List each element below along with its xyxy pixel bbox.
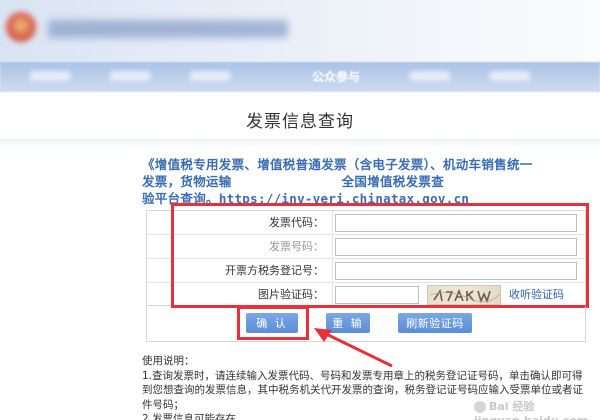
baidu-paw-icon (474, 401, 486, 413)
header-haze (300, 0, 600, 62)
page-title: 发票信息查询 (246, 112, 354, 132)
form-row-tax-id: 开票方税务登记号： (147, 259, 585, 283)
captcha-image[interactable] (427, 285, 501, 305)
notice-line-1: 《增值税专用发票、增值税普通发票（含电子发票）、机动车销售统一 (142, 157, 533, 172)
form-row-invoice-code: 发票代码： (147, 211, 585, 235)
invoice-code-label: 发票代码： (147, 211, 333, 234)
nav-item-blurred[interactable] (110, 71, 150, 81)
captcha-glyphs-icon (429, 288, 500, 304)
site-title-blurred (48, 20, 288, 38)
form-row-invoice-number: 发票号码： (147, 235, 585, 259)
instructions-heading: 使用说明： (142, 355, 195, 367)
invoice-number-label: 发票号码： (147, 235, 333, 258)
nav-item-blurred[interactable] (490, 71, 530, 81)
invoice-number-input[interactable] (335, 238, 577, 256)
site-header (0, 0, 600, 62)
notice-line-3-start: 验平台查询。 (142, 191, 219, 206)
confirm-button[interactable]: 确 认 (246, 313, 298, 333)
watermark-text: Bai 经验 jingyan.baidu.com (474, 400, 588, 420)
notice-line-2-start: 发票，货物运输 (142, 174, 232, 189)
tax-emblem-icon (6, 12, 36, 42)
invoice-query-form: 发票代码： 发票号码： 开票方税务登记号： 图片验证码： 收听验证码 (146, 210, 586, 306)
form-row-captcha: 图片验证码： 收听验证码 (147, 283, 585, 307)
captcha-label: 图片验证码： (147, 283, 333, 306)
audio-captcha-link[interactable]: 收听验证码 (509, 283, 564, 306)
nav-item-blurred[interactable] (30, 71, 70, 81)
baidu-jingyan-watermark: Bai 经验 jingyan.baidu.com (474, 398, 600, 420)
notice-text: 《增值税专用发票、增值税普通发票（含电子发票）、机动车销售统一 发票，货物运输 全… (142, 156, 582, 207)
main-nav: 公众参与 (0, 62, 600, 92)
nav-item-blurred[interactable] (190, 71, 230, 81)
invoice-code-input[interactable] (335, 214, 577, 232)
tax-id-input[interactable] (335, 262, 577, 280)
nav-item-blurred[interactable] (410, 71, 450, 81)
captcha-input[interactable] (335, 286, 419, 304)
nav-item-public-participation[interactable]: 公众参与 (312, 68, 360, 85)
refresh-captcha-button[interactable]: 刷新验证码 (398, 313, 472, 333)
notice-line-2-end: 全国增值税发票查 (341, 174, 445, 189)
tax-id-label: 开票方税务登记号： (147, 259, 333, 282)
verification-platform-link[interactable]: https://inv-veri.chinatax.gov.cn (219, 191, 469, 206)
notice-line-2: 发票，货物运输 全国增值税发票查 (142, 173, 582, 190)
title-divider (0, 139, 600, 149)
notice-line-3: 验平台查询。https://inv-veri.chinatax.gov.cn (142, 190, 582, 207)
